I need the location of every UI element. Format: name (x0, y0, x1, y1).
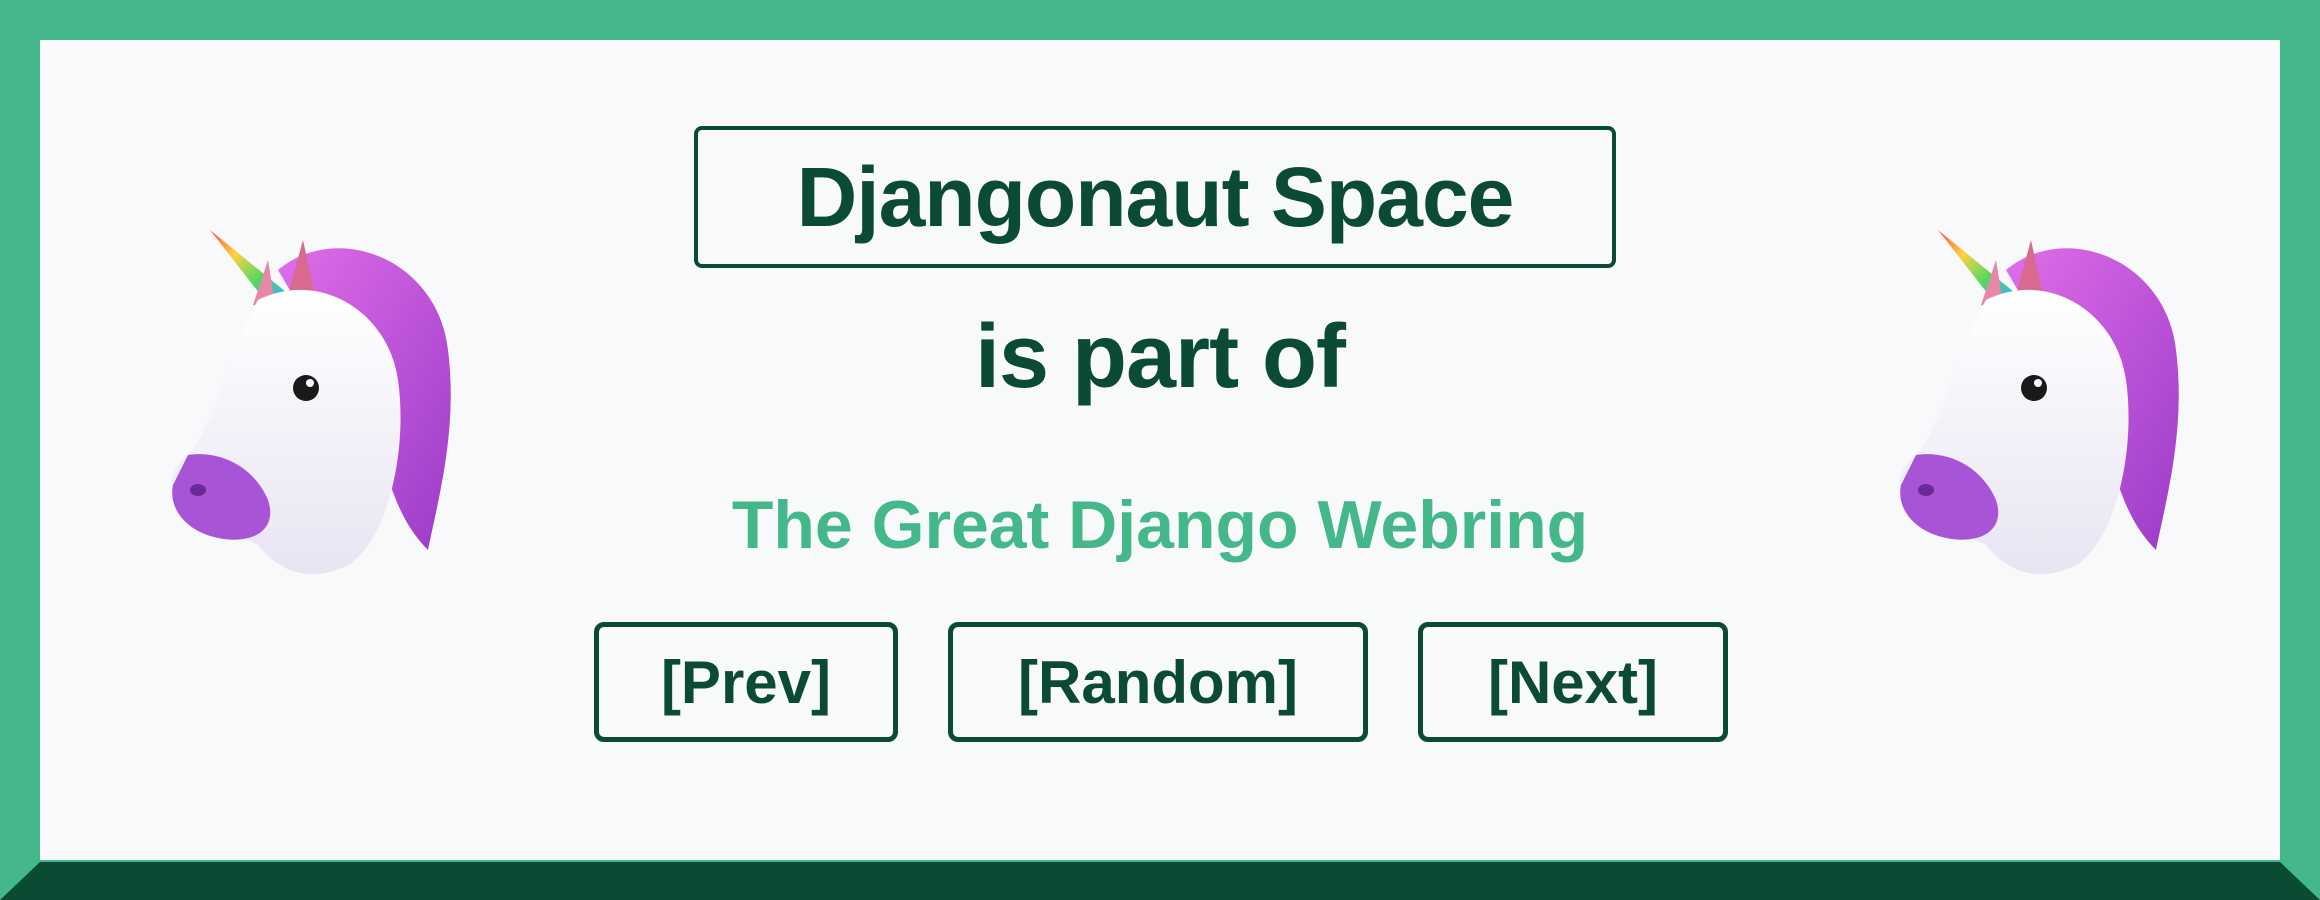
unicorn-icon (1899, 230, 2179, 575)
webring-panel: Djangonaut Space is part of The Great Dj… (40, 40, 2280, 860)
site-title[interactable]: Djangonaut Space (694, 126, 1616, 268)
next-button[interactable]: [Next] (1418, 622, 1728, 742)
frame-shadow-bottom (0, 862, 2320, 900)
prev-button[interactable]: [Prev] (594, 622, 898, 742)
webring-frame: Djangonaut Space is part of The Great Dj… (0, 0, 2320, 900)
random-button[interactable]: [Random] (948, 622, 1368, 742)
